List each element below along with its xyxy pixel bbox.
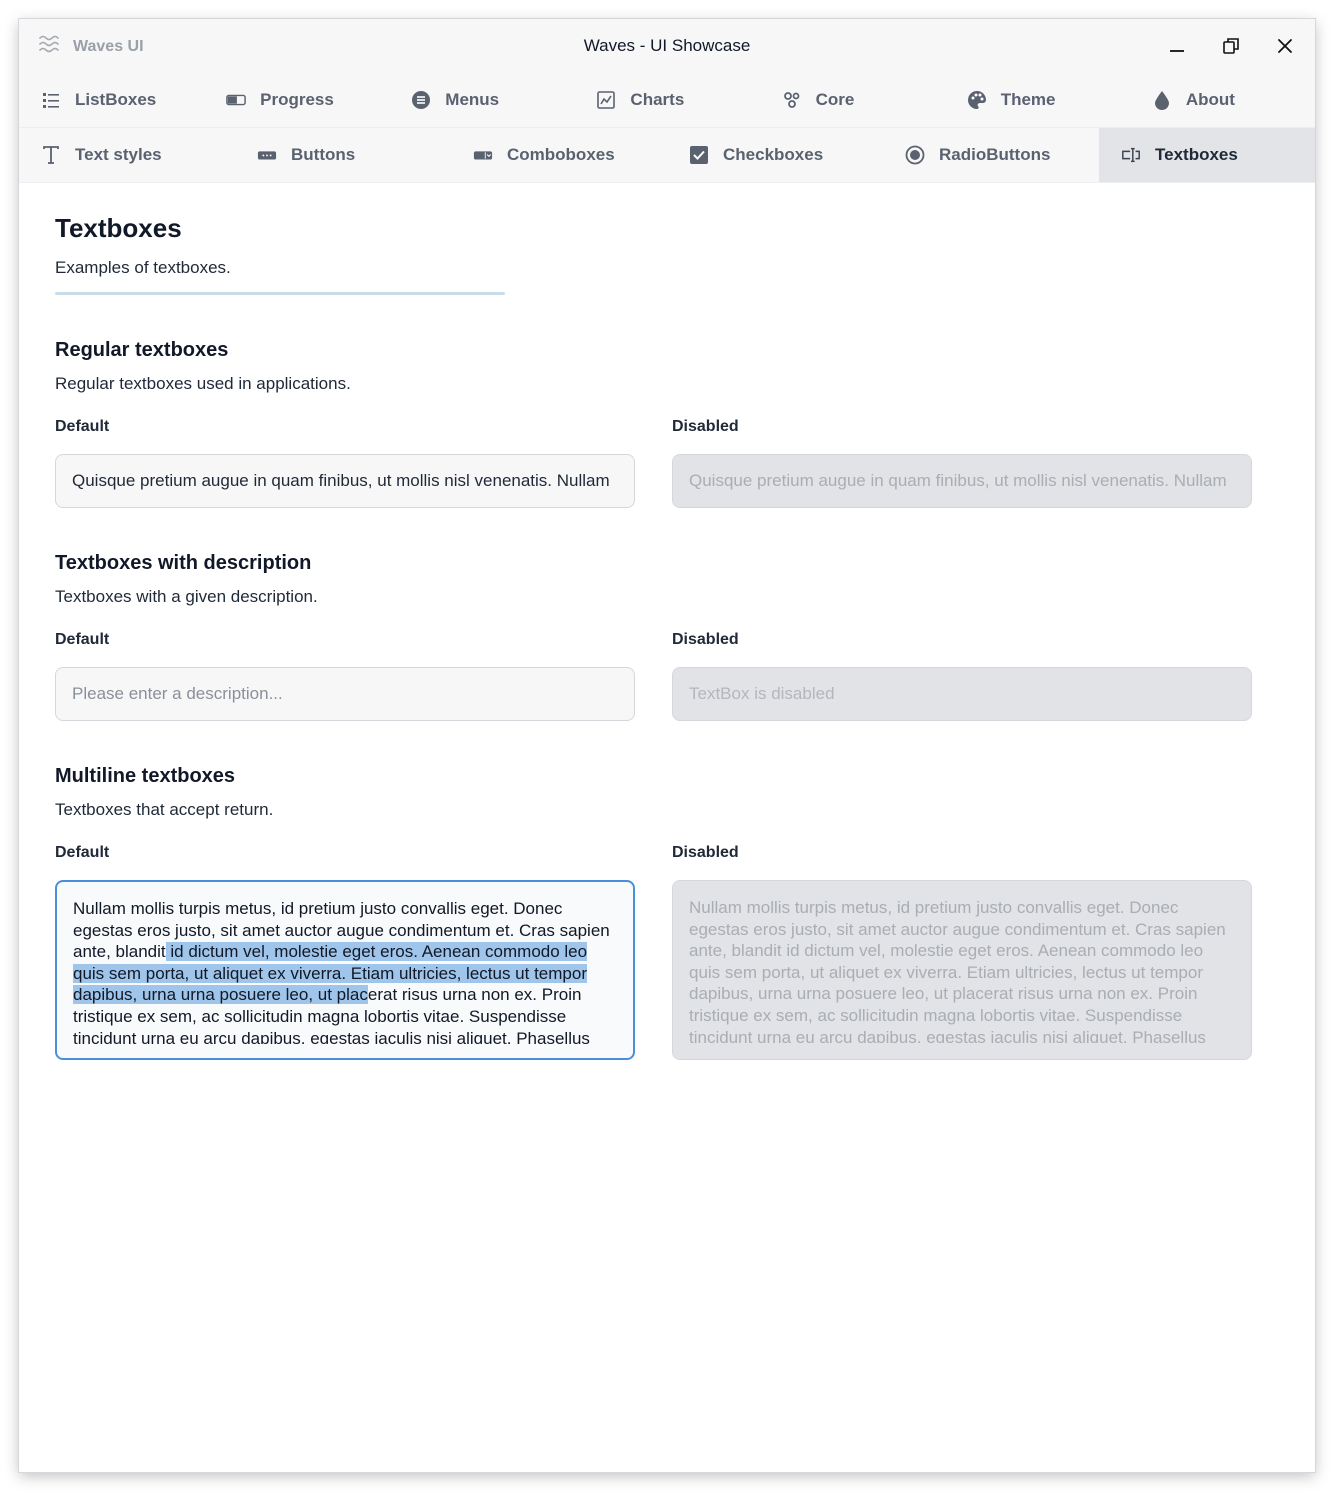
- tab-label: Comboboxes: [507, 145, 615, 164]
- field-label: Default: [55, 418, 110, 435]
- tab-label: Charts: [630, 90, 685, 109]
- multiline-text: Nullam mollis turpis metus, id pretium j…: [689, 898, 1226, 1043]
- tab-label: Text styles: [75, 145, 162, 164]
- textbox-icon: [1121, 145, 1141, 165]
- section-title: Regular textboxes: [55, 339, 229, 361]
- field-label: Disabled: [672, 418, 739, 435]
- section-title: Textboxes with description: [55, 552, 312, 574]
- tab-label: Checkboxes: [723, 145, 824, 164]
- tab-label: Buttons: [291, 145, 356, 164]
- tab-label: ListBoxes: [75, 90, 157, 109]
- minimize-icon: [1170, 50, 1184, 52]
- tab-checkboxes[interactable]: Checkboxes: [667, 128, 883, 182]
- title-bar[interactable]: Waves UI Waves - UI Showcase: [19, 19, 1315, 73]
- core-icon: [782, 90, 802, 110]
- tab-theme[interactable]: Theme: [945, 73, 1130, 127]
- page-content: Textboxes Examples of textboxes. Regular…: [19, 183, 1315, 1090]
- description-textbox-disabled: [672, 667, 1252, 721]
- section-subtitle: Textboxes that accept return.: [55, 800, 274, 819]
- window-controls: [1161, 33, 1301, 59]
- progress-icon: [226, 90, 246, 110]
- tab-radiobuttons[interactable]: RadioButtons: [883, 128, 1099, 182]
- multiline-textbox[interactable]: Nullam mollis turpis metus, id pretium j…: [55, 880, 635, 1060]
- section-regular: Regular textboxes Regular textboxes used…: [55, 339, 1279, 508]
- field-label: Default: [55, 844, 110, 861]
- palette-icon: [967, 90, 987, 110]
- tab-label: Menus: [445, 90, 500, 109]
- tab-text-styles[interactable]: Text styles: [19, 128, 235, 182]
- field-label: Default: [55, 631, 110, 648]
- restore-icon: [1223, 38, 1239, 54]
- regular-textbox-disabled: [672, 454, 1252, 508]
- tab-label: About: [1185, 90, 1235, 109]
- button-icon: [257, 145, 277, 165]
- tab-row-1: ListBoxes Progress Menus Charts Core The…: [19, 73, 1315, 128]
- tab-row-2: Text styles Buttons Comboboxes Checkboxe…: [19, 128, 1315, 183]
- minimize-button[interactable]: [1161, 33, 1193, 59]
- section-multiline: Multiline textboxes Textboxes that accep…: [55, 765, 1279, 1060]
- tab-progress[interactable]: Progress: [204, 73, 389, 127]
- section-description: Textboxes with description Textboxes wit…: [55, 552, 1279, 721]
- field-label: Disabled: [672, 631, 739, 648]
- tab-core[interactable]: Core: [760, 73, 945, 127]
- app-window: Waves UI Waves - UI Showcase ListBoxes P…: [19, 19, 1315, 1472]
- maximize-button[interactable]: [1215, 33, 1247, 59]
- tab-comboboxes[interactable]: Comboboxes: [451, 128, 667, 182]
- tab-label: Theme: [1000, 90, 1056, 109]
- radio-icon: [905, 145, 925, 165]
- tab-textboxes[interactable]: Textboxes: [1099, 128, 1315, 182]
- section-subtitle: Textboxes with a given description.: [55, 587, 318, 606]
- regular-textbox[interactable]: [55, 454, 635, 508]
- combobox-icon: [473, 145, 493, 165]
- tab-label: Textboxes: [1155, 145, 1238, 164]
- tab-buttons[interactable]: Buttons: [235, 128, 451, 182]
- section-title: Multiline textboxes: [55, 765, 236, 787]
- chart-icon: [596, 90, 616, 110]
- list-icon: [41, 90, 61, 110]
- menu-icon: [411, 90, 431, 110]
- checkbox-icon: [689, 145, 709, 165]
- drop-icon: [1152, 90, 1172, 110]
- tab-charts[interactable]: Charts: [574, 73, 759, 127]
- section-subtitle: Regular textboxes used in applications.: [55, 374, 351, 393]
- page-subtitle: Examples of textboxes.: [55, 258, 231, 277]
- multiline-text: Nullam mollis turpis metus, id pretium j…: [73, 898, 617, 1044]
- multiline-textbox-disabled: Nullam mollis turpis metus, id pretium j…: [672, 880, 1252, 1060]
- close-button[interactable]: [1269, 33, 1301, 59]
- tab-label: Core: [815, 90, 855, 109]
- page-title: Textboxes: [55, 213, 182, 243]
- close-icon: [1278, 39, 1292, 53]
- tab-menus[interactable]: Menus: [389, 73, 574, 127]
- tab-listboxes[interactable]: ListBoxes: [19, 73, 204, 127]
- text-icon: [41, 145, 61, 165]
- title-divider: [55, 292, 505, 295]
- field-label: Disabled: [672, 844, 739, 861]
- tab-label: RadioButtons: [939, 145, 1051, 164]
- description-textbox[interactable]: [55, 667, 635, 721]
- tab-about[interactable]: About: [1130, 73, 1315, 127]
- tab-label: Progress: [260, 90, 334, 109]
- window-title: Waves - UI Showcase: [583, 36, 751, 55]
